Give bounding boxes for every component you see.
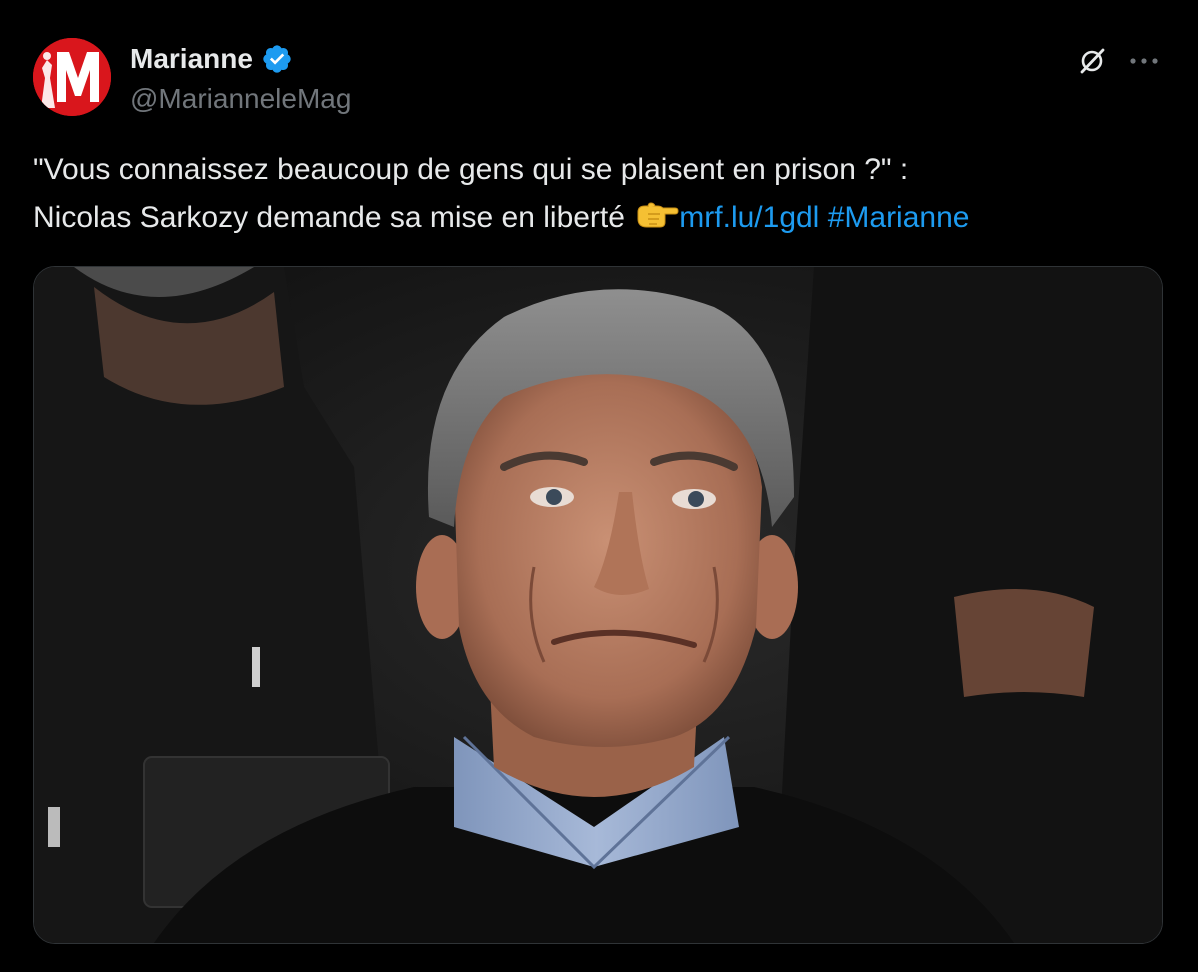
photo-of-man-in-stadium-stands (34, 267, 1162, 943)
verified-badge-icon (263, 45, 291, 73)
tweet-text-line-2-prefix: Nicolas Sarkozy demande sa mise en liber… (33, 201, 625, 234)
tweet-link[interactable]: mrf.lu/1gdl (679, 201, 819, 234)
avatar[interactable] (33, 38, 111, 116)
tweet-text-line-1: "Vous connaissez beaucoup de gens qui se… (33, 153, 909, 186)
hashtag-link[interactable]: #Marianne (828, 201, 970, 234)
author-name-row: Marianne (130, 42, 293, 76)
pointing-right-emoji-icon (635, 197, 679, 228)
tweet: Marianne @MarianneleMag "Vous connaissez… (0, 0, 1198, 972)
display-name[interactable]: Marianne (130, 42, 253, 76)
grok-button[interactable] (1072, 41, 1112, 81)
grok-icon (1080, 48, 1105, 74)
more-button[interactable] (1124, 41, 1164, 81)
tweet-text-line-2: Nicolas Sarkozy demande sa mise en liber… (33, 194, 1163, 242)
tweet-text: "Vous connaissez beaucoup de gens qui se… (33, 146, 1163, 242)
author-handle[interactable]: @MarianneleMag (130, 82, 351, 116)
more-icon (1130, 58, 1158, 64)
tweet-photo[interactable] (33, 266, 1163, 944)
marianne-logo (33, 38, 111, 116)
